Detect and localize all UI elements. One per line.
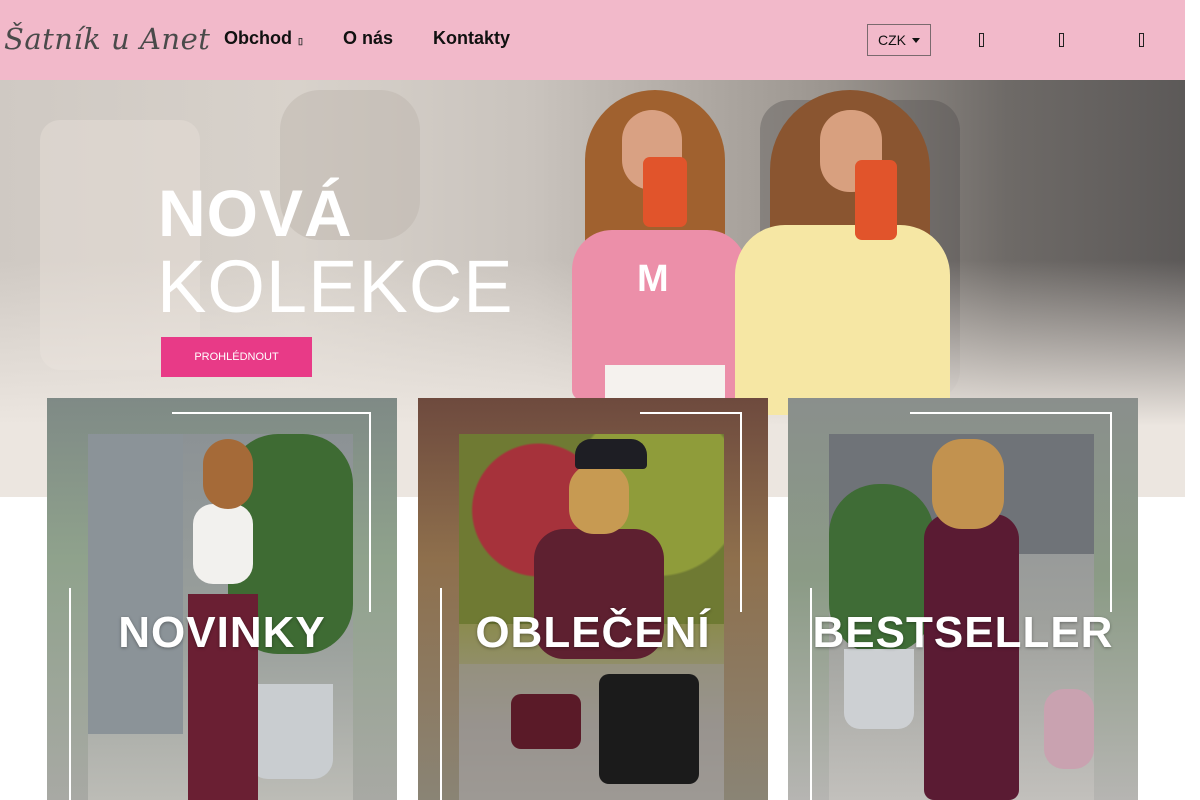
card-frame-line [172,412,370,414]
photo-pot [248,684,333,779]
card-frame-line [640,412,740,414]
photo-door [88,434,183,734]
hero-model-phone [643,157,687,227]
photo-model-top [193,504,253,584]
photo-boots [599,674,699,784]
nav-item-label: Kontakty [432,28,510,48]
main-nav: Obchod ▯ O nás Kontakty [224,28,510,49]
caret-down-icon [912,37,920,43]
photo-model-hair [569,464,629,534]
page-scrollbar[interactable] [1185,0,1200,800]
heart-icon[interactable] [1056,32,1066,50]
site-header: Šatník u Anet Obchod ▯ O nás Kontakty CZ… [0,0,1185,80]
category-card-novinky[interactable]: NOVINKY [47,398,397,800]
hero-title-line2: KOLEKCE [157,245,514,328]
photo-pot [844,649,914,729]
photo-handbag [511,694,581,749]
nav-item-label: O nás [342,28,393,48]
photo-model-hair [203,439,253,509]
chevron-down-icon: ▯ [298,36,303,46]
hero-model-sweater-yellow [735,225,950,415]
photo-plant [1044,689,1094,769]
photo-model-hat [575,439,647,469]
currency-value: CZK [878,32,906,48]
nav-item-kontakty[interactable]: Kontakty [433,28,510,49]
card-frame-line [1110,412,1112,612]
cart-icon[interactable] [1136,32,1146,50]
category-label: NOVINKY [118,608,326,657]
category-card-obleceni[interactable]: OBLEČENÍ [418,398,768,800]
card-frame-line [910,412,1112,414]
nav-item-label: Obchod [224,28,292,48]
hero-title-line1: NOVÁ [158,176,353,250]
user-icon[interactable] [976,32,986,50]
nav-item-obchod[interactable]: Obchod ▯ [224,28,303,49]
hero-model-phone [855,160,897,240]
category-label: BESTSELLER [812,608,1114,657]
hero-sweater-letter: M [637,258,669,300]
category-label: OBLEČENÍ [475,608,711,657]
currency-select[interactable]: CZK [867,24,931,56]
category-card-bestseller[interactable]: BESTSELLER [788,398,1138,800]
site-logo[interactable]: Šatník u Anet [4,22,210,56]
nav-item-o-nas[interactable]: O nás [343,28,393,49]
hero-cta-button[interactable]: PROHLÉDNOUT [161,337,312,377]
card-frame-line [740,412,742,612]
card-frame-line [369,412,371,612]
photo-model-hair [932,439,1004,529]
